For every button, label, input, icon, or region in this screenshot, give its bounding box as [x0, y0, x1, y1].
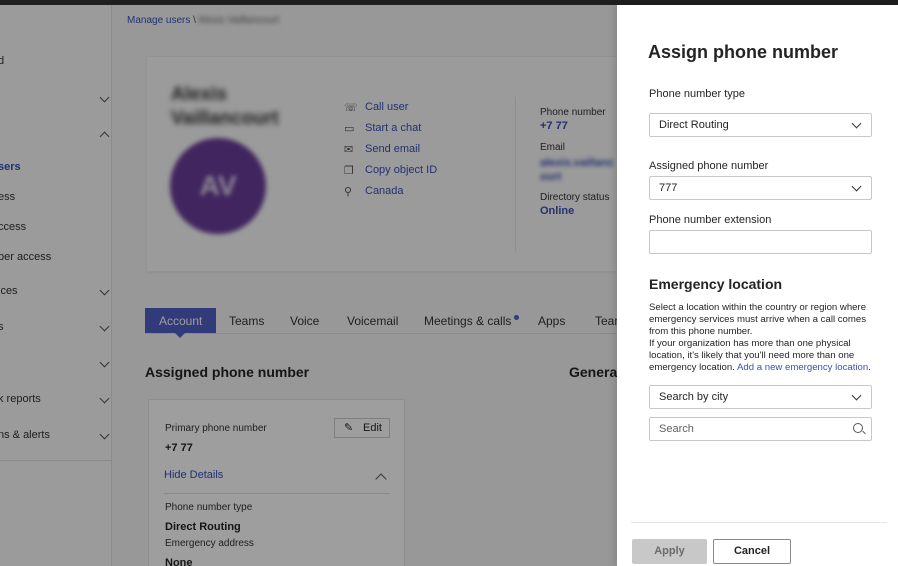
assigned-number-value: 777 — [659, 182, 678, 194]
chevron-down-icon — [851, 118, 862, 129]
search-icon[interactable] — [853, 423, 863, 433]
emergency-location-title: Emergency location — [649, 276, 783, 292]
chevron-down-icon — [851, 181, 862, 192]
extension-input[interactable] — [659, 232, 849, 252]
add-emergency-location-link[interactable]: Add a new emergency location — [737, 362, 868, 373]
panel-title: Assign phone number — [648, 42, 839, 62]
assigned-number-dropdown[interactable]: 777 — [649, 176, 872, 200]
emergency-description-2: If your organization has more than one p… — [649, 338, 871, 373]
extension-label: Phone number extension — [649, 214, 772, 226]
phone-type-label: Phone number type — [649, 88, 746, 100]
chevron-down-icon — [851, 390, 862, 401]
apply-button[interactable]: Apply — [632, 539, 707, 564]
phone-type-value: Direct Routing — [659, 119, 729, 131]
assigned-number-label: Assigned phone number — [649, 160, 769, 172]
location-search-field[interactable] — [649, 417, 872, 441]
emergency-description: Select a location within the country or … — [649, 302, 877, 338]
modal-overlay[interactable] — [0, 5, 617, 566]
phone-type-dropdown[interactable]: Direct Routing — [649, 113, 872, 137]
assign-phone-panel: Assign phone number Phone number type Di… — [617, 5, 898, 566]
footer-divider — [631, 522, 887, 523]
emergency-para-1: Select a location within the country or … — [649, 302, 867, 337]
search-by-value: Search by city — [659, 391, 729, 403]
location-search-input[interactable] — [659, 419, 849, 439]
search-by-dropdown[interactable]: Search by city — [649, 385, 872, 409]
extension-field[interactable] — [649, 230, 872, 254]
cancel-button[interactable]: Cancel — [713, 539, 791, 564]
